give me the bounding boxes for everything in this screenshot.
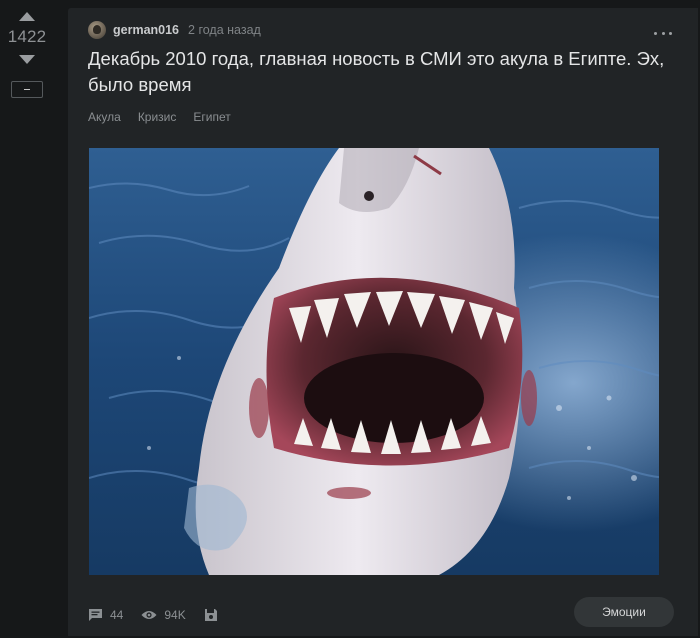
- story-card: german016 2 года назад Декабрь 2010 года…: [68, 8, 698, 636]
- story-image[interactable]: [89, 148, 659, 575]
- vote-count: 1422: [7, 27, 47, 46]
- avatar[interactable]: [88, 21, 106, 39]
- minus-icon: [24, 89, 30, 90]
- more-dots-icon[interactable]: [654, 30, 672, 36]
- floppy-save-icon[interactable]: [204, 608, 218, 622]
- tag-egypt[interactable]: Египет: [193, 110, 230, 124]
- comment-icon: [88, 608, 103, 622]
- page: 1422 german016 2 года назад Декабрь 2010…: [0, 0, 700, 638]
- emotions-button[interactable]: Эмоции: [574, 597, 674, 627]
- downvote-button[interactable]: [17, 53, 37, 65]
- triangle-up-icon: [19, 11, 35, 21]
- author-name[interactable]: german016: [113, 23, 179, 37]
- post-time: 2 года назад: [188, 23, 261, 37]
- collapse-button[interactable]: [11, 81, 43, 98]
- upvote-button[interactable]: [17, 10, 37, 22]
- story-footer: 44 94K Эмоции: [68, 594, 698, 636]
- tag-shark[interactable]: Акула: [88, 110, 121, 124]
- eye-icon: [141, 610, 157, 620]
- comments-stat[interactable]: 44: [88, 608, 123, 622]
- views-count: 94K: [164, 608, 186, 622]
- story-title[interactable]: Декабрь 2010 года, главная новость в СМИ…: [88, 46, 668, 98]
- comments-count: 44: [110, 608, 124, 622]
- tag-list: Акула Кризис Египет: [88, 110, 248, 124]
- story-header: german016 2 года назад: [88, 21, 261, 39]
- views-stat: 94K: [141, 608, 186, 622]
- tag-crisis[interactable]: Кризис: [138, 110, 177, 124]
- triangle-down-icon: [19, 54, 35, 64]
- vote-column: 1422: [0, 0, 54, 638]
- shark-photo: [89, 148, 659, 575]
